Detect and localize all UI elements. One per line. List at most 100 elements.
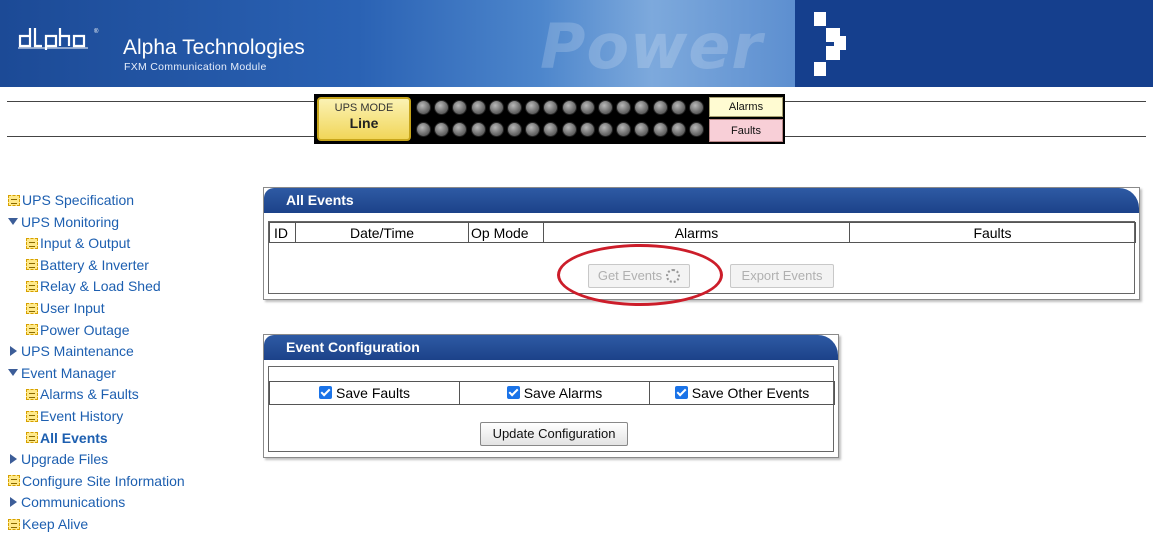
status-led-icon [670,122,686,137]
sidebar-item-label: Power Outage [40,321,130,338]
update-configuration-button[interactable]: Update Configuration [480,422,628,446]
collapsed-arrow-icon [10,497,17,508]
sidebar-item-label: Event History [40,408,124,424]
get-events-label: Get Events [597,268,663,283]
divider-line [7,101,314,102]
get-events-button[interactable]: Get Events [588,264,690,288]
page-icon [26,237,38,249]
status-led-icon [652,122,668,137]
chevron-logo-icon [814,12,846,76]
save-faults-option[interactable]: Save Faults [269,380,460,405]
save-alarms-option[interactable]: Save Alarms [459,380,650,405]
event-configuration-panel: Event Configuration Save Faults Save Ala… [263,334,839,458]
status-led-icon [525,122,541,137]
sidebar-item[interactable]: Upgrade Files [8,449,108,469]
status-led-icon [452,122,468,137]
sidebar-item-label: Keep Alive [22,516,89,532]
company-name: Alpha Technologies [123,36,305,59]
status-led-icon [416,100,431,115]
led-indicator-grid [416,97,708,141]
page-icon [26,324,38,336]
page-icon [8,194,20,206]
expanded-arrow-icon [8,218,18,226]
sidebar-item[interactable]: Relay & Load Shed [26,276,161,296]
status-led-icon [561,122,577,137]
sidebar-item[interactable]: Communications [8,492,125,512]
status-led-icon [652,100,668,115]
sidebar-item-label: Upgrade Files [21,451,109,468]
sidebar-item[interactable]: Power Outage [26,320,130,340]
sidebar-item[interactable]: All Events [26,428,108,448]
sidebar-item-label: Alarms & Faults [40,386,139,403]
status-led-icon [488,122,504,137]
status-led-icon [434,100,450,115]
expanded-arrow-icon [8,369,18,377]
page: Power ® Alpha Technologies FXM Communica… [0,0,1153,548]
sidebar-item[interactable]: UPS Maintenance [8,341,134,361]
loading-spinner-icon [666,269,681,283]
status-led-icon [561,100,577,115]
ups-mode-label: UPS MODE [334,102,394,114]
sidebar-item-label: UPS Maintenance [21,343,134,360]
sidebar-item[interactable]: Keep Alive [8,514,88,534]
svg-text:®: ® [94,28,99,35]
page-icon [26,280,38,292]
page-icon [26,432,38,444]
status-led-icon [616,122,632,137]
sidebar-item[interactable]: User Input [26,298,105,318]
status-led-icon [543,122,559,137]
page-icon [8,475,20,487]
sidebar-item[interactable]: Configure Site Information [8,471,185,491]
sidebar-item-label: UPS Monitoring [21,213,120,230]
panel-title: All Events [264,188,1139,213]
divider-line [785,101,1146,102]
status-led-icon [670,100,686,115]
module-name: FXM Communication Module [124,61,267,73]
sidebar-item[interactable]: UPS Monitoring [8,212,119,232]
sidebar-item[interactable]: Battery & Inverter [26,255,149,275]
status-led-icon [416,122,431,137]
header-watermark: Power [540,10,763,83]
status-led-icon [579,100,595,115]
sidebar-item[interactable]: Event Manager [8,363,116,383]
status-led-icon [689,122,704,137]
config-options-row: Save Faults Save Alarms Save Other Event… [269,380,835,405]
ups-mode-value: Line [349,115,379,131]
export-events-button[interactable]: Export Events [730,264,834,288]
status-led-icon [634,122,650,137]
column-header-alarms: Alarms [543,222,850,243]
status-led-icon [579,122,595,137]
column-header-datetime: Date/Time [295,222,469,243]
alpha-logo: ® [18,28,99,50]
sidebar-item[interactable]: Input & Output [26,233,130,253]
sidebar-item[interactable]: Alarms & Faults [26,384,139,404]
page-icon [26,302,38,314]
page-icon [26,259,38,271]
status-led-icon [470,122,486,137]
collapsed-arrow-icon [10,346,17,357]
sidebar-item-label: Input & Output [40,235,131,252]
status-led-icon [598,100,613,115]
status-led-icon [507,122,522,137]
checkbox-checked-icon[interactable] [506,385,520,399]
status-led-icon [434,122,450,137]
events-table: ID Date/Time Op Mode Alarms Faults [269,222,1136,243]
sidebar-item-label: All Events [40,429,108,446]
status-led-icon [507,100,522,115]
status-led-icon [525,100,541,115]
alarms-indicator: Alarms [709,97,783,117]
save-other-events-option[interactable]: Save Other Events [649,380,835,405]
sidebar-item-label: Battery & Inverter [40,256,149,273]
page-icon [26,410,38,422]
table-header-row: ID Date/Time Op Mode Alarms Faults [269,222,1136,243]
column-header-opmode: Op Mode [468,222,544,243]
ups-mode-indicator: UPS MODE Line [317,97,411,141]
sidebar-item[interactable]: Event History [26,406,123,426]
divider-line [7,136,314,137]
panel-title: Event Configuration [264,335,838,360]
checkbox-checked-icon[interactable] [319,385,333,399]
sidebar-item[interactable]: UPS Specification [8,190,134,210]
checkbox-checked-icon[interactable] [674,385,688,399]
sidebar-item-label: Communications [21,494,126,511]
column-header-faults: Faults [849,222,1136,243]
